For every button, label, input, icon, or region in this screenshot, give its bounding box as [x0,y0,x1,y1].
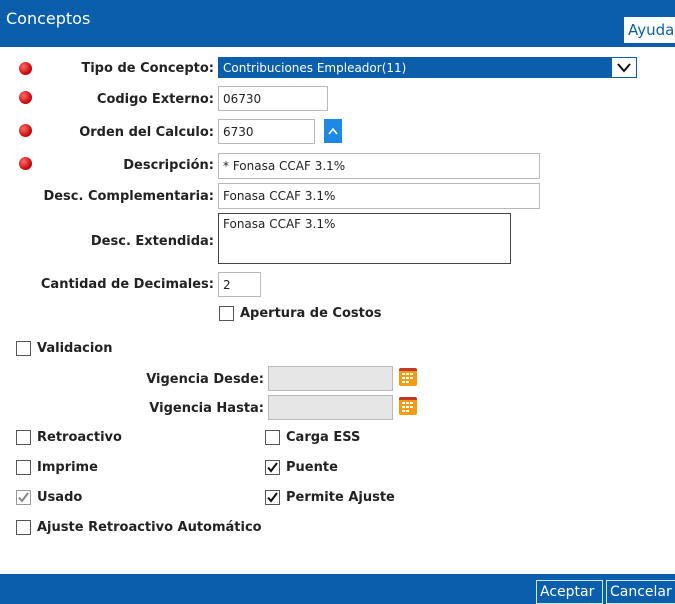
usado-checkbox[interactable] [16,490,31,505]
required-indicator-icon [19,91,32,104]
apertura-costos-label: Apertura de Costos [240,306,382,321]
calendar-icon[interactable] [399,368,417,386]
orden-calculo-label: Orden del Calculo: [79,125,214,140]
cancel-button[interactable]: Cancelar [606,580,675,604]
descripcion-label: Descripción: [123,158,214,173]
imprime-checkbox[interactable] [16,460,31,475]
cantidad-decimales-input[interactable]: 2 [218,272,261,297]
title-bar [0,0,675,47]
tipo-concepto-label: Tipo de Concepto: [81,61,214,76]
descripcion-input[interactable]: * Fonasa CCAF 3.1% [218,153,540,179]
ajuste-retroactivo-label: Ajuste Retroactivo Automático [37,520,262,535]
orden-calculo-input[interactable]: 6730 [218,119,315,144]
window-title: Conceptos [6,9,91,28]
vigencia-desde-label: Vigencia Desde: [146,372,264,387]
carga-ess-checkbox[interactable] [265,430,280,445]
codigo-externo-input[interactable]: 06730 [218,86,328,111]
puente-checkbox[interactable] [265,460,280,475]
cantidad-decimales-label: Cantidad de Decimales: [40,277,214,292]
permite-ajuste-checkbox[interactable] [265,490,280,505]
required-indicator-icon [19,124,32,137]
required-indicator-icon [19,157,32,170]
desc-extendida-textarea[interactable]: Fonasa CCAF 3.1% [218,213,511,264]
ajuste-retroactivo-checkbox[interactable] [16,520,31,535]
validacion-checkbox[interactable] [16,341,31,356]
tipo-concepto-value: Contribuciones Empleador(11) [223,61,407,75]
desc-extendida-label: Desc. Extendida: [90,234,214,249]
retroactivo-checkbox[interactable] [16,430,31,445]
help-button[interactable]: Ayuda [623,16,675,44]
vigencia-hasta-input[interactable] [268,395,393,420]
vigencia-hasta-label: Vigencia Hasta: [149,401,264,416]
calendar-icon[interactable] [399,397,417,415]
chevron-up-icon [328,127,338,134]
chevron-down-icon[interactable] [612,58,636,77]
desc-complementaria-label: Desc. Complementaria: [43,189,214,204]
desc-complementaria-input[interactable]: Fonasa CCAF 3.1% [218,183,540,209]
checkmark-icon [267,462,278,473]
codigo-externo-label: Codigo Externo: [96,92,214,107]
retroactivo-label: Retroactivo [37,430,122,445]
tipo-concepto-select[interactable]: Contribuciones Empleador(11) [218,57,637,78]
permite-ajuste-label: Permite Ajuste [286,490,395,505]
checkmark-icon [18,492,29,503]
stepper-up-button[interactable] [324,119,342,143]
usado-label: Usado [37,490,83,505]
vigencia-desde-input[interactable] [268,366,393,391]
imprime-label: Imprime [37,460,98,475]
validacion-label: Validacion [37,341,113,356]
accept-button[interactable]: Aceptar [536,580,603,604]
apertura-costos-checkbox[interactable] [219,306,234,321]
carga-ess-label: Carga ESS [286,430,361,445]
puente-label: Puente [286,460,338,475]
required-indicator-icon [19,62,32,75]
checkmark-icon [267,492,278,503]
